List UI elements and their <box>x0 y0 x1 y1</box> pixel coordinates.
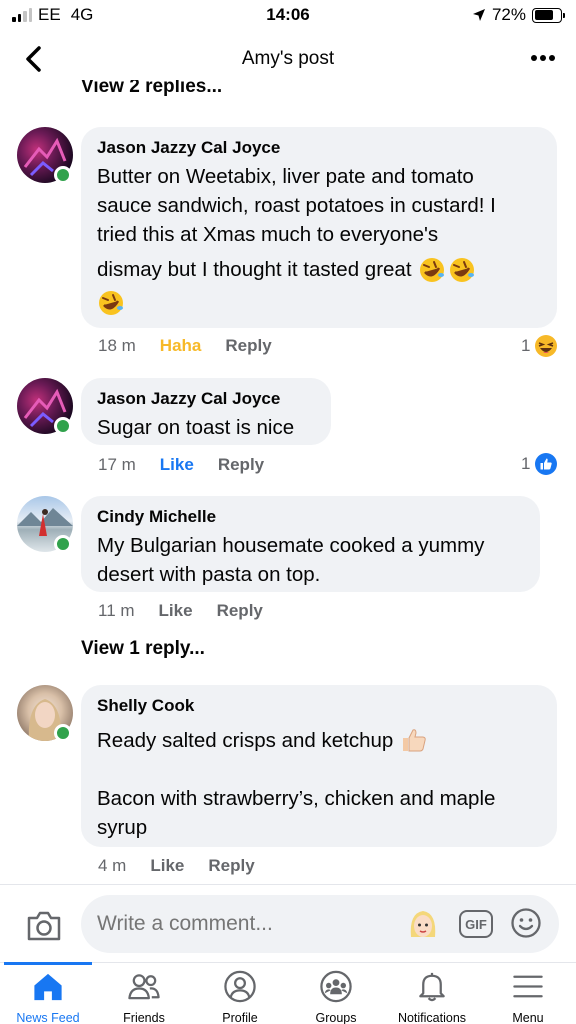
battery-fill <box>534 10 553 20</box>
reaction-count: 1 <box>521 454 531 473</box>
like-reaction-icon <box>535 453 558 475</box>
comment-text: Butter on Weetabix, liver pate and tomat… <box>97 162 541 325</box>
online-status-dot <box>54 417 72 435</box>
avatar-sticker-icon <box>410 911 436 937</box>
comment-line: Ready salted crisps and ketchup <box>97 728 394 752</box>
tab-menu[interactable]: Menu <box>480 969 576 1024</box>
comment-line: My Bulgarian housemate cooked a yummy <box>97 534 485 557</box>
battery-icon <box>532 7 565 23</box>
menu-icon <box>513 975 543 998</box>
tab-notifications[interactable]: Notifications <box>384 969 480 1024</box>
comment-bubble[interactable]: Jason Jazzy Cal Joyce Butter on Weetabix… <box>81 127 557 328</box>
comment-actions: 17 m Like Reply <box>98 455 288 475</box>
comment-actions: 11 m Like Reply <box>98 601 287 621</box>
reaction-summary[interactable]: 1 <box>521 334 558 358</box>
status-right: 72% <box>472 5 565 25</box>
comment-bubble[interactable]: Shelly Cook Ready salted crisps and ketc… <box>81 685 557 847</box>
page-title: Amy's post <box>241 48 335 69</box>
reaction-count: 1 <box>521 336 531 355</box>
view-replies-label: View 2 replies... <box>81 80 223 97</box>
location-arrow-icon <box>472 9 485 21</box>
comment-input[interactable] <box>97 912 397 936</box>
comment-actions: 4 m Like Reply <box>98 856 279 876</box>
gif-button[interactable]: GIF <box>459 910 493 938</box>
tab-label: Menu <box>512 1011 544 1024</box>
more-options-button[interactable] <box>530 48 556 68</box>
comment-line: sauce sandwich, roast potatoes in custar… <box>97 194 496 217</box>
tab-label: Groups <box>315 1011 357 1024</box>
profile-icon <box>224 970 256 1003</box>
comment-time: 17 m <box>98 455 136 474</box>
groups-icon <box>320 970 352 1003</box>
bell-icon <box>419 972 445 1002</box>
comment-text: Bacon with strawberry’s, chicken and map… <box>97 784 541 842</box>
status-bar: EE 4G 14:06 72% <box>0 0 576 30</box>
comment-text: Sugar on toast is nice <box>97 416 295 439</box>
comment-line: dismay but I thought it tasted great <box>97 258 412 281</box>
active-tab-indicator <box>4 962 92 965</box>
reply-button[interactable]: Reply <box>218 455 264 475</box>
comment-text: My Bulgarian housemate cooked a yummy de… <box>97 531 524 589</box>
comment-input-box[interactable]: GIF <box>81 895 559 953</box>
comment-line-with-emoji: dismay but I thought it tasted great <box>97 255 541 284</box>
like-button[interactable]: Like <box>160 455 194 475</box>
rolling-laughing-emoji-icon <box>449 257 474 282</box>
comment-line-with-emoji: Ready salted crisps and ketchup <box>97 725 541 755</box>
like-button[interactable]: Like <box>159 601 193 621</box>
tab-label: News Feed <box>16 1011 80 1024</box>
like-button[interactable]: Like <box>150 856 184 876</box>
tab-label: Friends <box>123 1011 165 1024</box>
comment-line: Bacon with strawberry’s, chicken and map… <box>97 787 496 810</box>
comment-author[interactable]: Cindy Michelle <box>97 506 524 528</box>
comment-bubble[interactable]: Cindy Michelle My Bulgarian housemate co… <box>81 496 540 592</box>
haha-reaction-icon <box>535 335 558 357</box>
tab-label: Notifications <box>397 1011 467 1024</box>
reply-button[interactable]: Reply <box>208 856 254 876</box>
view-replies-link[interactable]: View 1 reply... <box>81 638 205 660</box>
comment-line: desert with pasta on top. <box>97 563 321 586</box>
online-status-dot <box>54 724 72 742</box>
tab-groups[interactable]: Groups <box>288 969 384 1024</box>
view-replies-link-top[interactable]: View 2 replies... <box>81 80 222 102</box>
haha-reaction-button[interactable]: Haha <box>160 336 202 356</box>
comment-time: 11 m <box>98 601 135 620</box>
avatar-sticker-button[interactable] <box>406 907 440 941</box>
tab-news-feed[interactable]: News Feed <box>0 969 96 1024</box>
rolling-laughing-emoji-icon <box>419 257 444 282</box>
thumbs-up-emoji-icon <box>403 729 427 752</box>
online-status-dot <box>54 166 72 184</box>
comment-line: syrup <box>97 816 148 839</box>
tab-friends[interactable]: Friends <box>96 969 192 1024</box>
reaction-summary[interactable]: 1 <box>521 452 558 476</box>
tab-label: Profile <box>222 1011 258 1024</box>
reply-button[interactable]: Reply <box>217 601 263 621</box>
comment-author[interactable]: Shelly Cook <box>97 695 541 717</box>
comment-actions: 18 m Haha Reply <box>98 336 296 356</box>
camera-button[interactable] <box>26 909 62 943</box>
comment-author[interactable]: Jason Jazzy Cal Joyce <box>97 388 315 410</box>
rolling-laughing-emoji-icon <box>99 291 123 315</box>
online-status-dot <box>54 535 72 553</box>
comment-composer: GIF <box>0 884 576 964</box>
reply-button[interactable]: Reply <box>225 336 271 356</box>
home-icon <box>34 973 62 1001</box>
friends-icon <box>128 974 160 1000</box>
bottom-tab-bar: News Feed Friends Profile Groups Notific… <box>0 962 576 1024</box>
comment-line-emoji <box>97 289 541 325</box>
comment-line: tried this at Xmas much to everyone's <box>97 223 439 246</box>
comment-time: 18 m <box>98 336 136 355</box>
comment-time: 4 m <box>98 856 127 875</box>
comment-bubble[interactable]: Jason Jazzy Cal Joyce Sugar on toast is … <box>81 378 331 445</box>
comment-author[interactable]: Jason Jazzy Cal Joyce <box>97 137 541 159</box>
camera-icon <box>27 911 61 941</box>
emoji-button[interactable] <box>510 907 542 939</box>
battery-percent: 72% <box>491 5 526 24</box>
tab-profile[interactable]: Profile <box>192 969 288 1024</box>
smiley-icon <box>511 908 541 938</box>
comment-line: Butter on Weetabix, liver pate and tomat… <box>97 165 474 188</box>
